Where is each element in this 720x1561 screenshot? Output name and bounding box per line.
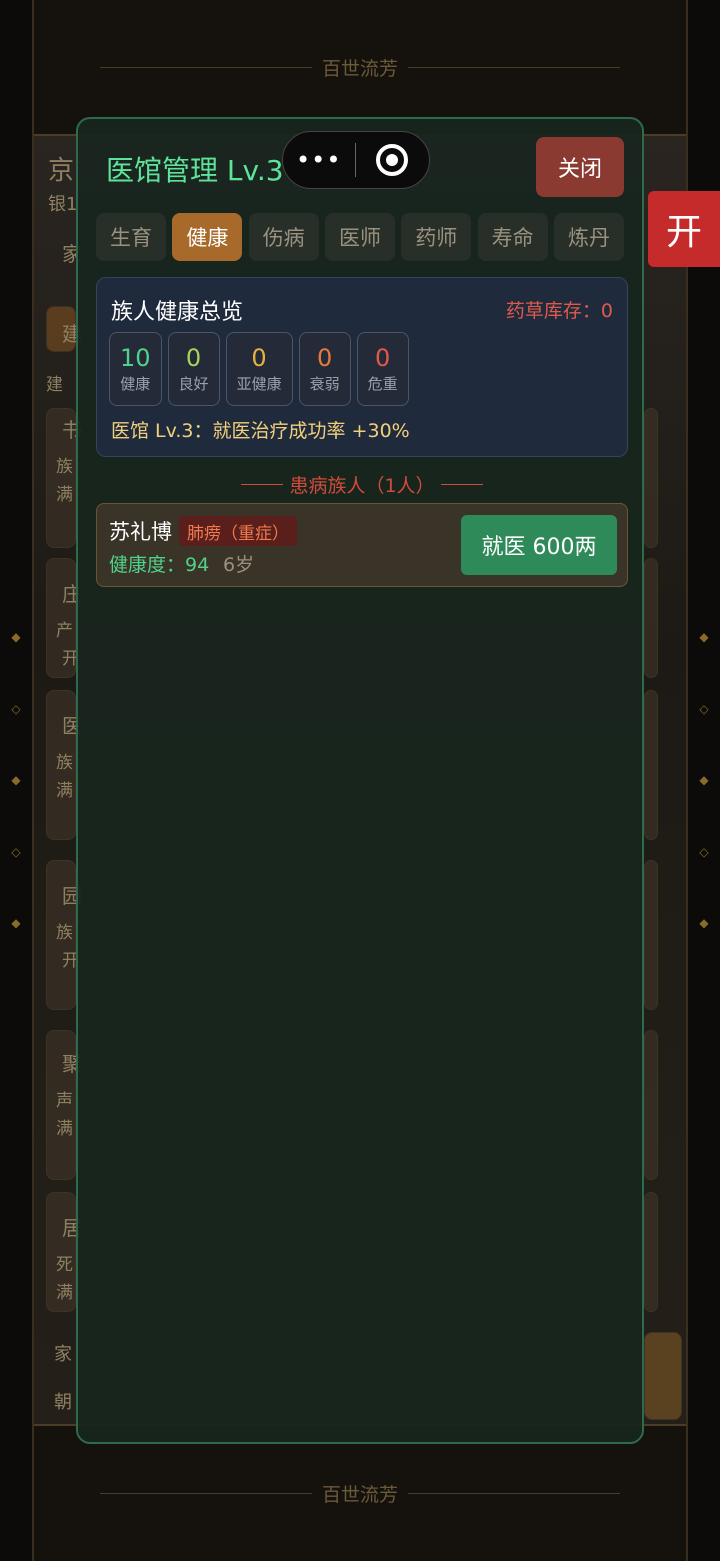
right-ornament: ◆ ◇ ◆ ◇ ◆ <box>699 630 709 930</box>
tab-physician[interactable]: 医师 <box>324 213 395 261</box>
bg-glyph: 族 <box>56 753 73 773</box>
herb-stock: 药草库存：0 <box>505 300 613 322</box>
patient-age: 6岁 <box>223 554 255 576</box>
close-button[interactable]: 关闭 <box>536 137 624 197</box>
bg-glyph: 朝 <box>54 1392 72 1413</box>
open-side-button[interactable]: 开 <box>648 191 720 267</box>
stat-label: 健康 <box>120 375 151 393</box>
tab-alchemy[interactable]: 炼丹 <box>553 213 624 261</box>
stat-value: 0 <box>185 344 202 372</box>
stat-label: 危重 <box>367 375 398 393</box>
clinic-modal: 医馆管理 Lv.3 关闭 生育 健康 伤病 医师 药师 寿命 炼丹 族人健康总览… <box>76 117 644 1444</box>
tab-injury[interactable]: 伤病 <box>248 213 319 261</box>
bg-glyph: 满 <box>56 781 73 801</box>
summary-title: 族人健康总览 <box>111 300 244 325</box>
clinic-bonus: 医馆 Lv.3：就医治疗成功率 +30% <box>111 420 410 442</box>
stat-subhealthy: 0 亚健康 <box>225 332 293 406</box>
bg-card-right <box>644 1030 658 1180</box>
banner-text: 百世流芳 <box>322 57 399 80</box>
banner-text: 百世流芳 <box>322 1483 399 1506</box>
bg-season-button <box>644 1332 682 1420</box>
tab-health[interactable]: 健康 <box>172 213 243 261</box>
bg-glyph: 建 <box>46 375 63 395</box>
stat-value: 0 <box>316 344 333 372</box>
bg-city-fragment: 京 <box>48 156 75 186</box>
stat-label: 良好 <box>178 375 209 393</box>
stat-good: 0 良好 <box>167 332 220 406</box>
bg-glyph: 满 <box>56 485 73 505</box>
bg-glyph: 死 <box>56 1255 73 1275</box>
top-banner: 百世流芳 <box>90 52 630 82</box>
tab-bar: 生育 健康 伤病 医师 药师 寿命 炼丹 <box>96 213 624 261</box>
patients-header: 患病族人（1人） <box>96 470 628 498</box>
bg-silver-fragment: 银1 <box>48 194 78 215</box>
bottom-banner: 百世流芳 <box>90 1478 630 1508</box>
patient-name: 苏礼博 <box>109 520 172 544</box>
bg-glyph: 满 <box>56 1119 73 1139</box>
bg-card-right <box>644 408 658 548</box>
bg-card-right <box>644 1192 658 1312</box>
bg-glyph: 产 <box>56 621 73 641</box>
stat-healthy: 10 健康 <box>109 332 162 406</box>
health-summary-panel: 族人健康总览 药草库存：0 10 健康 0 良好 0 亚健康 0 衰弱 0 危重 <box>96 277 628 457</box>
bg-card-right <box>644 860 658 1010</box>
stat-value: 10 <box>120 344 151 372</box>
tab-lifespan[interactable]: 寿命 <box>477 213 548 261</box>
patients-header-text: 患病族人（1人） <box>289 474 435 497</box>
stat-value: 0 <box>374 344 391 372</box>
divider <box>241 483 284 485</box>
mini-program-capsule: ••• <box>282 131 430 189</box>
health-stats: 10 健康 0 良好 0 亚健康 0 衰弱 0 危重 <box>109 332 409 406</box>
stat-label: 衰弱 <box>309 375 340 393</box>
bg-card-right <box>644 690 658 840</box>
stat-weak: 0 衰弱 <box>298 332 351 406</box>
more-dots-icon[interactable]: ••• <box>283 146 355 174</box>
treat-button[interactable]: 就医 600两 <box>461 515 617 575</box>
bg-card-right <box>644 558 658 678</box>
modal-title: 医馆管理 Lv.3 <box>106 154 284 187</box>
bg-glyph: 族 <box>56 457 73 477</box>
tab-birth[interactable]: 生育 <box>96 213 166 261</box>
tab-pharmacist[interactable]: 药师 <box>401 213 472 261</box>
bg-glyph: 家 <box>54 1344 72 1365</box>
stat-critical: 0 危重 <box>356 332 409 406</box>
divider <box>440 483 483 485</box>
bg-glyph: 族 <box>56 923 73 943</box>
disease-badge: 肺痨（重症） <box>179 516 297 546</box>
patient-health: 健康度：94 <box>109 554 210 576</box>
bg-glyph: 满 <box>56 1283 73 1303</box>
target-icon[interactable] <box>356 144 430 176</box>
stat-label: 亚健康 <box>236 375 282 393</box>
stat-value: 0 <box>251 344 267 372</box>
left-ornament: ◆ ◇ ◆ ◇ ◆ <box>11 630 21 930</box>
patient-row: 苏礼博 肺痨（重症） 健康度：94 6岁 就医 600两 <box>96 503 628 587</box>
bg-glyph: 声 <box>56 1091 73 1111</box>
